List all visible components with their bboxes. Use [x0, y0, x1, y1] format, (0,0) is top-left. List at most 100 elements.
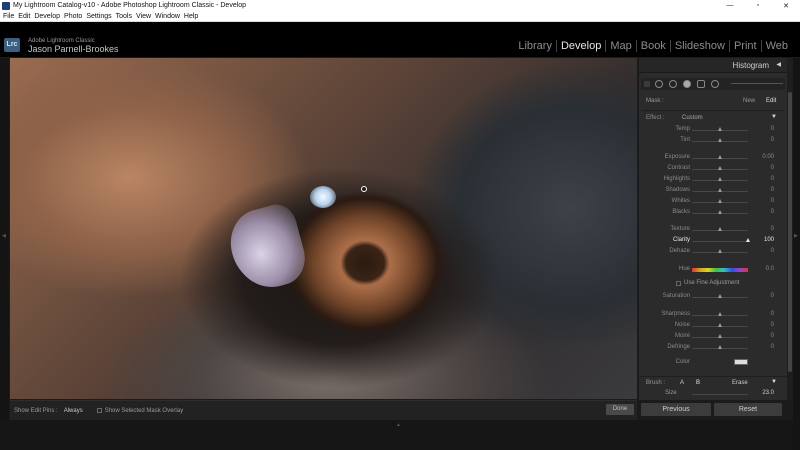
- scrollbar-thumb[interactable]: [788, 92, 792, 372]
- masking-icon[interactable]: [683, 80, 691, 88]
- done-button[interactable]: Done: [606, 404, 634, 415]
- grid-icon: [644, 81, 650, 87]
- effect-preset-select[interactable]: Custom: [682, 115, 703, 121]
- previous-button[interactable]: Previous: [641, 403, 711, 416]
- slider-knob[interactable]: [717, 155, 722, 159]
- fine-adjust-checkbox[interactable]: [676, 281, 681, 286]
- slider-contrast[interactable]: Contrast 0: [639, 164, 787, 174]
- tool-strip: [641, 78, 785, 90]
- slider-knob[interactable]: [717, 210, 722, 214]
- module-web[interactable]: Web: [762, 40, 792, 52]
- slider-knob[interactable]: [745, 238, 750, 242]
- color-swatch[interactable]: [734, 359, 748, 365]
- expand-left-icon: ◀: [2, 233, 6, 239]
- hue-gradient-slider[interactable]: [692, 268, 748, 272]
- right-edge[interactable]: ▶: [793, 58, 800, 450]
- menu-bar: File Edit Develop Photo Settings Tools V…: [0, 11, 800, 22]
- slider-dehaze[interactable]: Dehaze 0: [639, 247, 787, 257]
- slider-texture[interactable]: Texture 0: [639, 225, 787, 235]
- collapse-right-icon: ▶: [794, 233, 798, 239]
- slider-highlights[interactable]: Highlights 0: [639, 175, 787, 185]
- module-library[interactable]: Library: [514, 40, 557, 52]
- fine-adjust-row[interactable]: Use Fine Adjustment: [639, 279, 787, 289]
- mask-overlay-checkbox[interactable]: [96, 408, 102, 413]
- brush-size-value[interactable]: 23.0: [762, 390, 774, 396]
- mask-row: Mask : New Edit: [639, 96, 787, 108]
- menu-photo[interactable]: Photo: [64, 13, 82, 20]
- menu-file[interactable]: File: [3, 13, 14, 20]
- slider-knob[interactable]: [717, 323, 722, 327]
- brush-size-label: Size: [665, 390, 677, 396]
- effect-dropdown-icon[interactable]: ▼: [771, 114, 777, 120]
- crop-icon[interactable]: [655, 80, 663, 88]
- slider-knob[interactable]: [717, 166, 722, 170]
- minimize-button[interactable]: —: [716, 2, 744, 9]
- slider-shadows[interactable]: Shadows 0: [639, 186, 787, 196]
- red-eye-icon[interactable]: [697, 80, 705, 88]
- slider-blacks[interactable]: Blacks 0: [639, 208, 787, 218]
- divider: [642, 110, 784, 111]
- slider-knob[interactable]: [717, 177, 722, 181]
- slider-defringe[interactable]: Defringe 0: [639, 343, 787, 353]
- brush-collapse-icon[interactable]: ▼: [771, 379, 777, 385]
- brush-icon[interactable]: [711, 80, 719, 88]
- color-row: Color: [639, 358, 787, 368]
- brush-b-button[interactable]: B: [696, 380, 700, 386]
- slider-noise[interactable]: Noise 0: [639, 321, 787, 331]
- slider-clarity[interactable]: Clarity 100: [639, 236, 787, 246]
- menu-window[interactable]: Window: [155, 13, 180, 20]
- slider-knob[interactable]: [717, 294, 722, 298]
- histogram-header[interactable]: Histogram ◀: [639, 58, 787, 73]
- slider-knob[interactable]: [717, 138, 722, 142]
- collapse-histogram-icon[interactable]: ◀: [776, 61, 781, 68]
- right-panel: Histogram ◀ Mask : New Edit Effect : Cus…: [639, 58, 787, 400]
- maximize-button[interactable]: ▫: [744, 2, 772, 9]
- slider-knob[interactable]: [717, 188, 722, 192]
- module-book[interactable]: Book: [637, 40, 671, 52]
- module-develop[interactable]: Develop: [557, 40, 607, 52]
- brush-a-button[interactable]: A: [680, 380, 684, 386]
- left-panel-collapsed[interactable]: ◀: [0, 58, 9, 450]
- photo-canvas[interactable]: [10, 58, 637, 399]
- menu-edit[interactable]: Edit: [18, 13, 30, 20]
- slider-moire[interactable]: Moiré 0: [639, 332, 787, 342]
- slider-knob[interactable]: [717, 227, 722, 231]
- mask-edit-button[interactable]: Edit: [766, 98, 776, 104]
- menu-settings[interactable]: Settings: [86, 13, 111, 20]
- slider-knob[interactable]: [717, 312, 722, 316]
- slider-track[interactable]: [692, 241, 748, 242]
- slider-saturation[interactable]: Saturation 0: [639, 292, 787, 302]
- slider-temp[interactable]: Temp 0: [639, 125, 787, 135]
- slider-sharpness[interactable]: Sharpness 0: [639, 310, 787, 320]
- brush-section: Brush : A B Erase ▼ Size 23.0: [639, 376, 787, 400]
- menu-tools[interactable]: Tools: [116, 13, 132, 20]
- filmstrip-collapsed[interactable]: ▲: [0, 420, 800, 450]
- slider-knob[interactable]: [717, 249, 722, 253]
- hue-value[interactable]: 0.0: [766, 266, 774, 272]
- spot-removal-icon[interactable]: [669, 80, 677, 88]
- slider-knob[interactable]: [717, 199, 722, 203]
- module-map[interactable]: Map: [606, 40, 637, 52]
- menu-develop[interactable]: Develop: [34, 13, 60, 20]
- module-slideshow[interactable]: Slideshow: [671, 40, 730, 52]
- module-print[interactable]: Print: [730, 40, 762, 52]
- brush-size-track[interactable]: [692, 394, 748, 395]
- show-edit-pins-select[interactable]: Always: [64, 408, 83, 414]
- menu-view[interactable]: View: [136, 13, 151, 20]
- tool-slider-track[interactable]: [731, 83, 783, 84]
- mask-new-button[interactable]: New: [743, 98, 755, 104]
- slider-knob[interactable]: [717, 345, 722, 349]
- slider-knob[interactable]: [717, 127, 722, 131]
- close-button[interactable]: ✕: [772, 2, 800, 10]
- hue-row[interactable]: Hue 0.0: [639, 265, 787, 275]
- slider-exposure[interactable]: Exposure 0.00: [639, 153, 787, 163]
- menu-help[interactable]: Help: [184, 13, 198, 20]
- slider-whites[interactable]: Whites 0: [639, 197, 787, 207]
- module-picker: Library Develop Map Book Slideshow Print…: [514, 40, 792, 52]
- reset-button[interactable]: Reset: [714, 403, 782, 416]
- slider-tint[interactable]: Tint 0: [639, 136, 787, 146]
- hue-label: Hue: [678, 266, 690, 272]
- mask-edit-pin[interactable]: [361, 186, 367, 192]
- slider-knob[interactable]: [717, 334, 722, 338]
- brush-erase-button[interactable]: Erase: [732, 380, 748, 386]
